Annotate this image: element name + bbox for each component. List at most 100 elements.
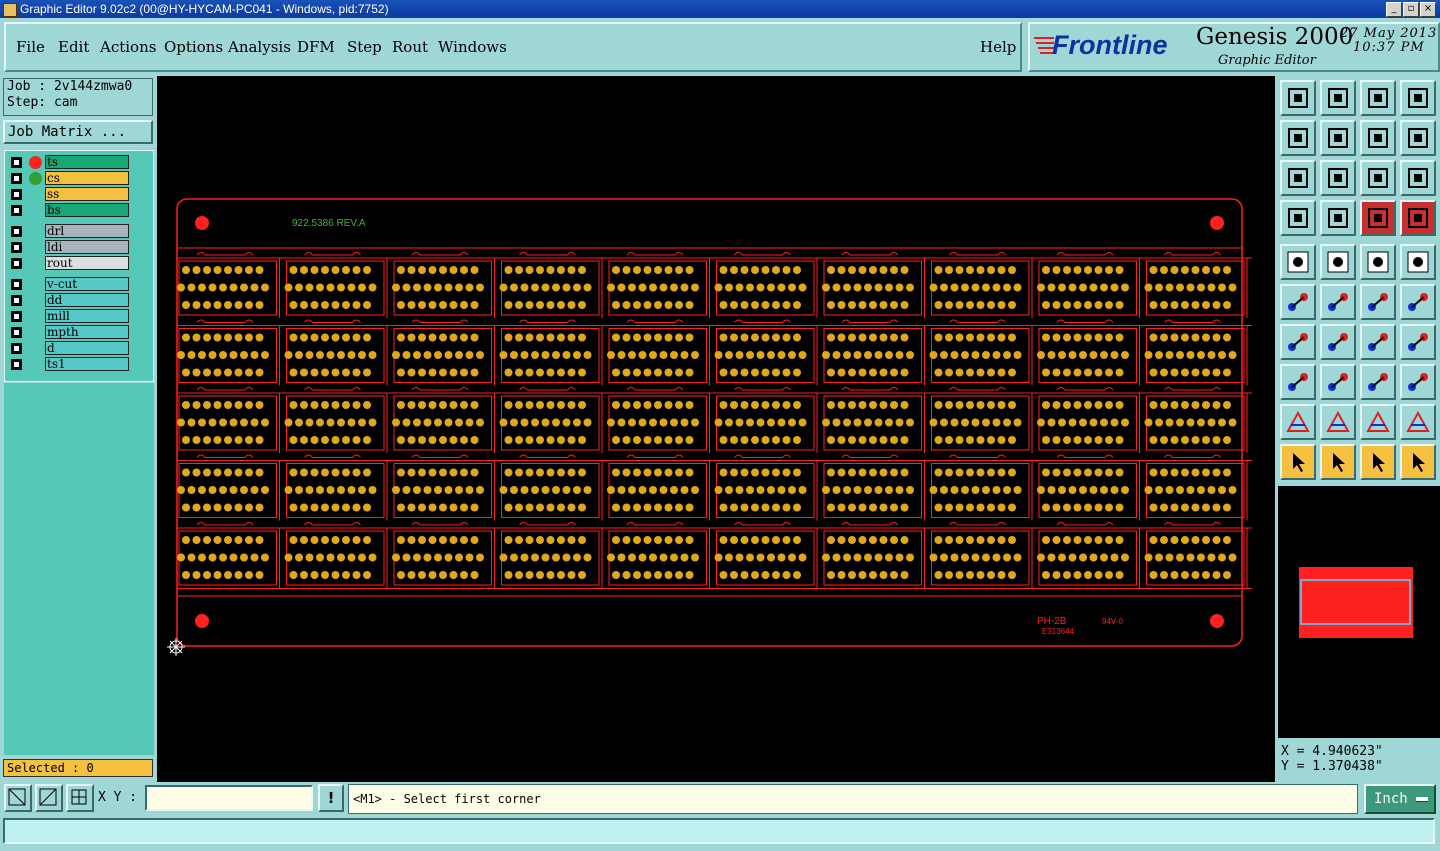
angle-tool[interactable] (1280, 324, 1316, 360)
triangle-c-tool[interactable] (1360, 404, 1396, 440)
layer-row-d[interactable]: d (9, 341, 129, 356)
layer-checkbox[interactable] (11, 242, 22, 253)
menu-edit[interactable]: Edit (58, 38, 89, 56)
layer-checkbox[interactable] (11, 343, 22, 354)
layer-name[interactable]: cs (45, 171, 129, 185)
copy-tool[interactable] (1400, 284, 1436, 320)
delete-tool[interactable] (1320, 284, 1356, 320)
polygon-tool[interactable] (1320, 244, 1356, 280)
layer-tool[interactable] (1400, 200, 1436, 236)
menu-file[interactable]: File (16, 38, 45, 56)
layer-name[interactable]: ts (45, 155, 129, 169)
units-dropdown[interactable]: Inch (1364, 784, 1436, 814)
menu-analysis[interactable]: Analysis (228, 38, 291, 56)
pad-tool[interactable] (1280, 364, 1316, 400)
menu-options[interactable]: Options (164, 38, 223, 56)
close-button[interactable]: × (1420, 2, 1436, 17)
zoom-window-button[interactable] (4, 784, 32, 812)
pointer-tool[interactable] (1280, 444, 1316, 480)
layer-name[interactable]: ss (45, 187, 129, 201)
layer-name[interactable]: drl (45, 224, 129, 238)
menu-dfm[interactable]: DFM (297, 38, 335, 56)
layer-row-mill[interactable]: mill (9, 309, 129, 324)
zoom-in-tool[interactable] (1280, 120, 1316, 156)
layer-row-ts1[interactable]: ts1 (9, 357, 129, 372)
net-tool[interactable] (1280, 284, 1316, 320)
layer-checkbox[interactable] (11, 295, 22, 306)
layer-checkbox[interactable] (11, 205, 22, 216)
pointer-select-tool[interactable] (1360, 444, 1396, 480)
maximize-button[interactable]: ▫ (1403, 2, 1419, 17)
layer-name[interactable]: ldi (45, 240, 129, 254)
arc-tool[interactable] (1360, 324, 1396, 360)
snap-tool[interactable] (1360, 200, 1396, 236)
pointer-net-tool[interactable] (1400, 444, 1436, 480)
layer-checkbox[interactable] (11, 359, 22, 370)
pan-tool[interactable] (1360, 120, 1396, 156)
layer-checkbox[interactable] (11, 173, 22, 184)
layer-row-ts[interactable]: ts (9, 155, 129, 170)
layer-row-ss[interactable]: ss (9, 187, 129, 202)
layer-checkbox[interactable] (11, 279, 22, 290)
redraw-tool[interactable] (1400, 120, 1436, 156)
layer-row-cs[interactable]: cs (9, 171, 129, 186)
center-tool[interactable] (1320, 160, 1356, 196)
layer-checkbox[interactable] (11, 327, 22, 338)
layer-row-dd[interactable]: dd (9, 293, 129, 308)
split-tool[interactable] (1320, 364, 1356, 400)
menu-rout[interactable]: Rout (392, 38, 428, 56)
xy-input[interactable] (145, 785, 313, 811)
layer-checkbox[interactable] (11, 258, 22, 269)
triangle-d-tool[interactable] (1400, 404, 1436, 440)
triangle-b-tool[interactable] (1320, 404, 1356, 440)
warning-button[interactable]: ! (318, 784, 344, 812)
zoom-out-tool[interactable] (1320, 120, 1356, 156)
grid-snap-button[interactable] (66, 784, 94, 812)
layer-row-v-cut[interactable]: v-cut (9, 277, 129, 292)
layer-name[interactable]: ts1 (45, 357, 129, 371)
layer-name[interactable]: v-cut (45, 277, 129, 291)
resize-tool[interactable] (1360, 364, 1396, 400)
split-view-tool[interactable] (1400, 80, 1436, 116)
overview-window[interactable] (1278, 486, 1440, 738)
grid-tool[interactable] (1320, 200, 1356, 236)
layer-name[interactable]: mill (45, 309, 129, 323)
layer-name[interactable]: mpth (45, 325, 129, 339)
layer-row-bs[interactable]: bs (9, 203, 129, 218)
line-tool[interactable] (1320, 324, 1356, 360)
shapes-tool[interactable] (1400, 364, 1436, 400)
snap-mode-button[interactable] (35, 784, 63, 812)
menu-help[interactable]: Help (980, 38, 1016, 56)
home-icon-tool[interactable] (1360, 80, 1396, 116)
layer-checkbox[interactable] (11, 157, 22, 168)
fit-all-tool[interactable] (1280, 160, 1316, 196)
scale-1-2-tool[interactable] (1360, 160, 1396, 196)
menu-actions[interactable]: Actions (100, 38, 156, 56)
layer-name[interactable]: rout (45, 256, 129, 270)
layer-name[interactable]: dd (45, 293, 129, 307)
job-matrix-button[interactable]: Job Matrix ... (3, 120, 153, 144)
layer-checkbox[interactable] (11, 226, 22, 237)
layer-row-drl[interactable]: drl (9, 224, 129, 239)
point-tool[interactable] (1400, 244, 1436, 280)
layer-name[interactable]: bs (45, 203, 129, 217)
layer-row-ldi[interactable]: ldi (9, 240, 129, 255)
triangle-a-tool[interactable] (1280, 404, 1316, 440)
minimize-button[interactable]: _ (1386, 2, 1402, 17)
text-tool[interactable] (1400, 324, 1436, 360)
graphic-canvas[interactable]: 922.5386 REV.A PH-2B E313644 94V-0 (157, 76, 1275, 782)
zoom-home-tool[interactable] (1320, 80, 1356, 116)
layer-name[interactable]: d (45, 341, 129, 355)
home-view-tool[interactable] (1280, 80, 1316, 116)
pointer-box-tool[interactable] (1320, 444, 1356, 480)
select-window-tool[interactable] (1280, 244, 1316, 280)
measure-tool[interactable] (1360, 244, 1396, 280)
menu-step[interactable]: Step (347, 38, 382, 56)
layer-checkbox[interactable] (11, 189, 22, 200)
move-tool[interactable] (1360, 284, 1396, 320)
layer-row-mpth[interactable]: mpth (9, 325, 129, 340)
layer-row-rout[interactable]: rout (9, 256, 129, 271)
help-tool[interactable] (1400, 160, 1436, 196)
settings-tool[interactable] (1280, 200, 1316, 236)
menu-windows[interactable]: Windows (438, 38, 507, 56)
